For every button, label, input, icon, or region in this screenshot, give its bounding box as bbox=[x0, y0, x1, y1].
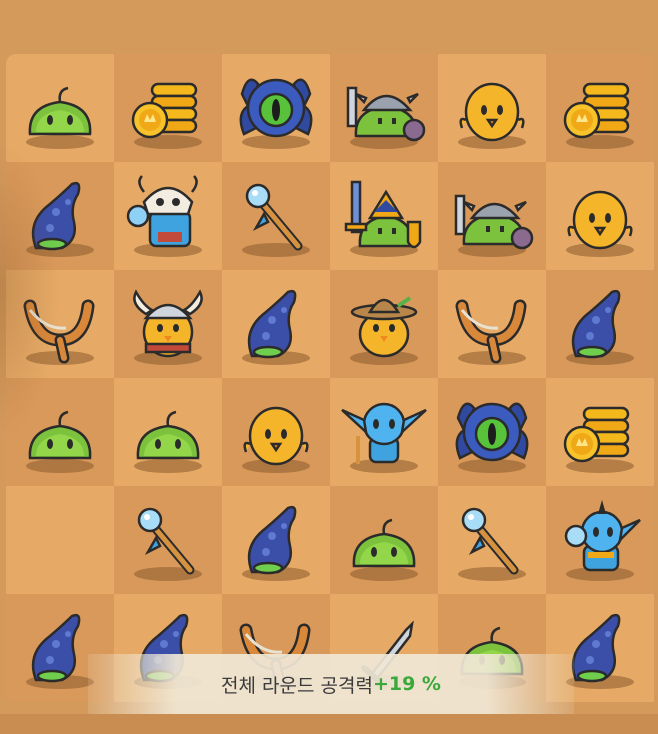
board-cell[interactable] bbox=[6, 270, 114, 378]
board-cell[interactable] bbox=[114, 486, 222, 594]
board-cell[interactable] bbox=[546, 54, 654, 162]
buff-toast-label: 전체 라운드 공격력 bbox=[221, 674, 373, 697]
board-cell[interactable] bbox=[438, 54, 546, 162]
board-cell[interactable] bbox=[6, 54, 114, 162]
board-cell[interactable] bbox=[222, 270, 330, 378]
board-cell[interactable] bbox=[6, 162, 114, 270]
buff-toast-value: +19 % bbox=[372, 673, 441, 695]
board-cell[interactable] bbox=[6, 378, 114, 486]
board-cell[interactable] bbox=[546, 270, 654, 378]
board-cell[interactable] bbox=[438, 270, 546, 378]
board-cell[interactable] bbox=[222, 378, 330, 486]
buff-toast: 전체 라운드 공격력 +19 % bbox=[88, 654, 574, 714]
board-cell[interactable] bbox=[114, 54, 222, 162]
board-cell[interactable] bbox=[330, 162, 438, 270]
board-cell[interactable] bbox=[222, 486, 330, 594]
board-cell[interactable] bbox=[330, 486, 438, 594]
board-cell[interactable] bbox=[114, 162, 222, 270]
board-cell[interactable] bbox=[222, 54, 330, 162]
board-cell[interactable] bbox=[330, 270, 438, 378]
board-cell[interactable] bbox=[114, 270, 222, 378]
board-cell[interactable] bbox=[438, 486, 546, 594]
board-cell[interactable] bbox=[222, 162, 330, 270]
bottom-strip bbox=[0, 714, 658, 734]
board-cell[interactable] bbox=[546, 486, 654, 594]
board-cell[interactable] bbox=[546, 378, 654, 486]
board-cell[interactable] bbox=[114, 378, 222, 486]
board-cell[interactable] bbox=[546, 162, 654, 270]
board-cell[interactable] bbox=[6, 486, 114, 594]
board-cell[interactable] bbox=[330, 54, 438, 162]
board-cell[interactable] bbox=[330, 378, 438, 486]
board-cell[interactable] bbox=[438, 162, 546, 270]
game-board bbox=[6, 54, 654, 714]
board-cell[interactable] bbox=[438, 378, 546, 486]
